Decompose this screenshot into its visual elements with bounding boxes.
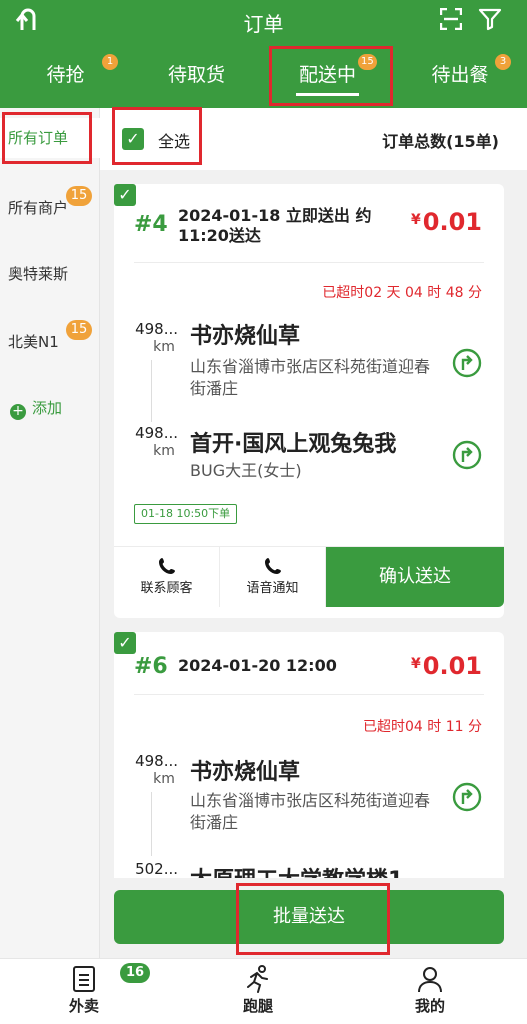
tab-badge: 3 <box>495 54 511 70</box>
divider <box>134 262 484 263</box>
batch-bar: 批量送达 <box>100 878 527 958</box>
takeout-icon <box>73 966 95 992</box>
phone-icon <box>264 558 281 574</box>
order-checkbox[interactable]: ✓ <box>114 632 136 654</box>
dropoff-distance: 502... <box>132 860 178 878</box>
scan-icon[interactable] <box>439 7 463 31</box>
tab-delivering[interactable]: 配送中 15 <box>262 42 393 108</box>
order-total: 订单总数(15单) <box>382 132 499 151</box>
user-icon <box>418 967 442 993</box>
currency-symbol: ¥ <box>411 656 421 672</box>
nav-label: 我的 <box>414 997 445 1015</box>
select-all-label[interactable]: 全选 <box>158 128 190 152</box>
order-time: 2024-01-18 立即送出 约 11:20送达 <box>178 206 372 246</box>
pickup-name: 书亦烧仙草 <box>190 760 301 785</box>
navigate-icon[interactable] <box>452 348 482 378</box>
tab-badge: 1 <box>102 54 118 70</box>
sidebar-badge: 15 <box>66 320 92 340</box>
tab-waiting-pickup[interactable]: 待取货 <box>131 42 262 108</box>
pickup-address: 山东省淄博市张店区科苑街道迎春街潘庄 <box>190 791 431 832</box>
tab-badge: 15 <box>358 54 377 70</box>
sidebar-item-label: 所有订单 <box>8 129 69 147</box>
order-actions: 联系顾客 语音通知 确认送达 <box>114 546 504 607</box>
action-label: 语音通知 <box>246 581 299 596</box>
tab-waiting-grab[interactable]: 待抢 1 <box>0 42 131 108</box>
sidebar-item-label: 北美N1 <box>8 333 59 351</box>
distance-unit: km <box>153 339 175 355</box>
bottom-nav: 外卖 16 跑腿 我的 <box>0 958 527 1024</box>
dropoff-name: 首开·国风上观兔兔我 <box>190 432 397 457</box>
tab-waiting-meal[interactable]: 待出餐 3 <box>393 42 527 108</box>
nav-mine[interactable]: 我的 <box>370 959 490 1024</box>
overdue-time: 已超时02 天 04 时 48 分 <box>322 285 482 301</box>
distance-value: 498... <box>135 320 178 338</box>
price-value: 0.01 <box>422 652 482 680</box>
order-time-line: 2024-01-18 立即送出 约 <box>178 206 372 225</box>
tab-label: 待取货 <box>167 64 225 86</box>
sidebar-item-all-orders[interactable]: 所有订单 <box>0 118 100 158</box>
plus-icon: + <box>10 404 26 420</box>
currency-symbol: ¥ <box>411 212 421 228</box>
pickup-name: 书亦烧仙草 <box>190 324 301 349</box>
runner-icon <box>247 965 268 993</box>
voice-notify-button[interactable]: 语音通知 <box>220 547 326 607</box>
order-checkbox[interactable]: ✓ <box>114 184 136 206</box>
navigate-icon[interactable] <box>452 782 482 812</box>
select-all-checkbox[interactable]: ✓ <box>122 128 144 150</box>
order-card[interactable]: ✓ #4 2024-01-18 立即送出 约 11:20送达 ¥0.01 已超时… <box>114 184 504 618</box>
order-time-line: 11:20送达 <box>178 226 261 245</box>
sidebar-item-all-merchants[interactable]: 所有商户 15 <box>0 186 100 228</box>
filter-icon[interactable] <box>478 7 502 31</box>
pickup-address: 山东省淄博市张店区科苑街道迎春街潘庄 <box>190 357 431 398</box>
tab-label: 配送中 <box>298 64 356 86</box>
order-number: #4 <box>134 212 168 237</box>
order-time: 2024-01-20 12:00 <box>178 656 337 675</box>
distance-unit: km <box>153 771 175 787</box>
sidebar-item-label: 奥特莱斯 <box>8 265 69 283</box>
select-all-bar: ✓ 全选 订单总数(15单) <box>100 108 527 170</box>
sidebar-item-beimei-n1[interactable]: 北美N1 15 <box>0 320 100 362</box>
overdue-time: 已超时04 时 11 分 <box>363 719 482 735</box>
nav-label: 跑腿 <box>242 997 273 1015</box>
distance-value: 502... <box>135 860 178 878</box>
pickup-distance: 498... km <box>132 320 178 356</box>
tab-label: 待抢 <box>46 64 85 86</box>
confirm-delivery-button[interactable]: 确认送达 <box>326 547 504 607</box>
phone-icon <box>158 558 175 574</box>
nav-errand[interactable]: 跑腿 <box>198 959 318 1024</box>
distance-value: 498... <box>135 752 178 770</box>
distance-value: 498... <box>135 424 178 442</box>
order-price: ¥0.01 <box>411 652 482 680</box>
dropoff-distance: 498... km <box>132 424 178 460</box>
price-value: 0.01 <box>422 208 482 236</box>
route-line <box>151 360 152 422</box>
order-placed-tag: 01-18 10:50下单 <box>134 504 238 524</box>
merchant-sidebar: 所有订单 所有商户 15 奥特莱斯 北美N1 15 + 添加 <box>0 108 100 958</box>
contact-customer-button[interactable]: 联系顾客 <box>114 547 220 607</box>
action-label: 联系顾客 <box>140 581 193 596</box>
order-price: ¥0.01 <box>411 208 482 236</box>
customer-name: BUG大王(女士) <box>190 461 302 480</box>
nav-badge: 16 <box>120 963 150 983</box>
order-list: ✓ #4 2024-01-18 立即送出 约 11:20送达 ¥0.01 已超时… <box>100 170 527 958</box>
nav-takeout[interactable]: 外卖 16 <box>24 959 150 1024</box>
route-line <box>151 792 152 856</box>
distance-unit: km <box>153 443 175 459</box>
order-number: #6 <box>134 654 168 679</box>
navigate-icon[interactable] <box>452 440 482 470</box>
pickup-distance: 498... km <box>132 752 178 788</box>
add-merchant-button[interactable]: + 添加 <box>10 396 62 420</box>
sidebar-item-label: 所有商户 <box>8 199 69 217</box>
status-tabs: 待抢 1 待取货 配送中 15 待出餐 3 <box>0 42 527 108</box>
app-header: 订单 <box>0 0 527 42</box>
divider <box>134 694 484 695</box>
tab-label: 待出餐 <box>431 64 489 86</box>
sidebar-item-outlets[interactable]: 奥特莱斯 <box>0 254 100 294</box>
nav-label: 外卖 <box>68 997 99 1015</box>
add-label: 添加 <box>32 399 63 417</box>
sidebar-badge: 15 <box>66 186 92 206</box>
batch-deliver-button[interactable]: 批量送达 <box>114 890 504 944</box>
